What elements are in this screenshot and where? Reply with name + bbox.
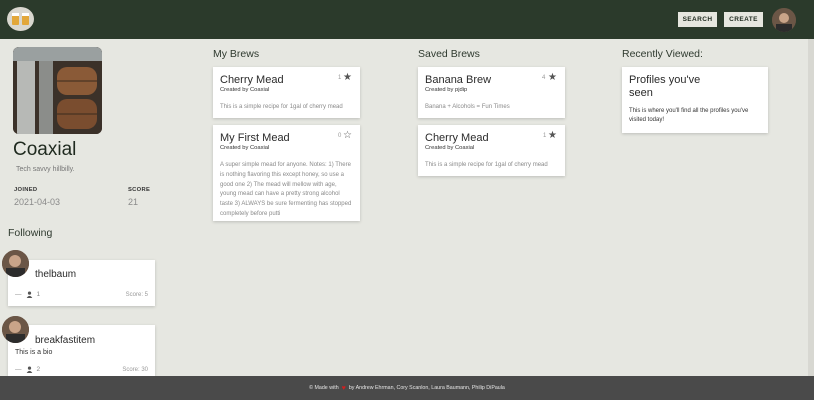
recently-viewed-heading: Recently Viewed: [622,48,703,60]
profile-photo [13,47,102,134]
brew-author: Created by Coaxial [220,145,270,151]
star-outline-icon[interactable]: ☆ [343,130,352,141]
brew-author: Created by Coaxial [425,145,475,151]
following-bio: This is a bio [15,349,53,356]
follower-count-value: 2 [36,366,41,373]
follower-count: — 1 [15,291,40,298]
footer-made-with: © Made with [309,385,339,391]
search-button[interactable]: SEARCH [678,12,717,27]
beer-mugs-logo-icon[interactable] [7,7,34,31]
brew-author: Created by pjdip [425,87,468,93]
brew-description: A super simple mead for anyone. Notes: 1… [220,162,352,217]
follower-count-value: 1 [36,291,41,298]
recently-viewed-card: Profiles you've seen This is where you'l… [622,67,768,133]
heart-icon: ♥ [341,384,346,392]
following-avatar[interactable] [2,316,29,343]
star-filled-icon[interactable]: ★ [343,72,352,83]
star-count: 1 [543,133,547,139]
star-filled-icon[interactable]: ★ [548,72,557,83]
following-name[interactable]: thelbaum [35,269,76,280]
star-filled-icon[interactable]: ★ [548,130,557,141]
following-card[interactable]: breakfastitem This is a bio — 2 Score: 3… [8,325,155,376]
brew-description: Banana + Alcohols = Fun Times [425,104,510,110]
my-brews-heading: My Brews [213,48,260,60]
score-value: 21 [128,197,139,207]
footer: © Made with ♥ by Andrew Ehrman, Cory Sca… [0,376,814,400]
brew-author: Created by Coaxial [220,87,270,93]
person-icon [26,366,32,373]
profile-bio: Tech savvy hillbilly. [16,166,75,173]
brew-title[interactable]: Banana Brew [425,74,491,86]
following-score: Score: 5 [125,292,148,298]
brew-card[interactable]: Cherry Mead Created by Coaxial This is a… [213,67,360,118]
footer-credits: by Andrew Ehrman, Cory Scanlon, Laura Ba… [348,385,505,391]
create-button[interactable]: CREATE [724,12,763,27]
top-navbar: SEARCH CREATE [0,0,814,39]
following-score: Score: 30 [122,367,148,373]
star-count: 1 [338,75,342,81]
brew-title[interactable]: My First Mead [220,132,290,144]
joined-label: JOINED [14,187,38,193]
recently-viewed-card-body: This is where you'll find all the profil… [629,108,749,123]
following-avatar[interactable] [2,250,29,277]
following-name[interactable]: breakfastitem [35,335,95,346]
saved-brew-card[interactable]: Banana Brew Created by pjdip Banana + Al… [418,67,565,118]
brew-title[interactable]: Cherry Mead [425,132,489,144]
saved-brew-card[interactable]: Cherry Mead Created by Coaxial This is a… [418,125,565,176]
user-avatar[interactable] [772,8,796,32]
brew-description: This is a simple recipe for 1gal of cher… [425,162,548,168]
joined-value: 2021-04-03 [14,197,61,207]
dash-icon: — [15,291,22,298]
brew-card[interactable]: My First Mead Created by Coaxial A super… [213,125,360,221]
brew-description: This is a simple recipe for 1gal of cher… [220,104,343,110]
score-label: SCORE [128,187,151,193]
star-count: 0 [338,133,342,139]
following-heading: Following [8,227,53,239]
follower-count: — 2 [15,366,40,373]
page-scrollbar[interactable] [808,39,814,376]
saved-brews-heading: Saved Brews [418,48,480,60]
person-icon [26,291,32,298]
brew-title[interactable]: Cherry Mead [220,74,284,86]
recently-viewed-card-title: Profiles you've seen [629,74,701,99]
dash-icon: — [15,366,22,373]
following-card[interactable]: thelbaum — 1 Score: 5 [8,260,155,306]
star-count: 4 [542,75,546,81]
profile-username: Coaxial [13,139,77,160]
